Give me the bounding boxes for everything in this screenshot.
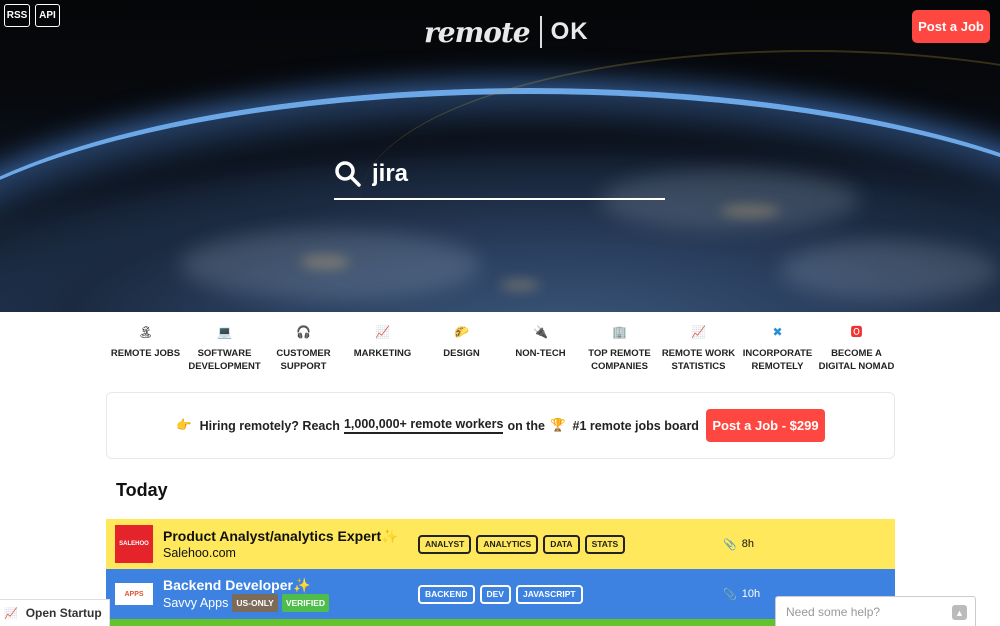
job-tags: BACKEND DEV JAVASCRIPT — [418, 584, 723, 604]
open-startup-label: Open Startup — [25, 606, 102, 620]
chart-icon: 📈 — [375, 325, 390, 339]
paperclip-icon: 📎 — [723, 538, 737, 551]
banner-text: Hiring remotely? Reach — [199, 418, 340, 433]
category-label: MARKETING — [353, 348, 412, 359]
search-input[interactable] — [372, 160, 652, 188]
category-design[interactable]: 🌮 DESIGN — [422, 324, 501, 373]
hiring-banner: 👉 Hiring remotely? Reach 1,000,000+ remo… — [106, 392, 895, 459]
company-logo-text: SALEHOO — [119, 541, 149, 547]
category-label: REMOTE JOBS — [110, 348, 181, 359]
logo-word: remote — [424, 15, 531, 49]
category-label: REMOTE WORK STATISTICS — [661, 348, 736, 372]
job-title[interactable]: Product Analyst/analytics Expert✨ — [163, 527, 418, 545]
us-only-badge: US-ONLY — [232, 594, 278, 612]
tag-stats[interactable]: STATS — [584, 534, 626, 554]
pointing-hand-icon: 👉 — [176, 418, 192, 432]
city-light — [500, 280, 540, 290]
logo[interactable]: remote OK — [424, 14, 589, 50]
island-icon: 🏝 — [137, 325, 154, 339]
category-software-development[interactable]: 💻 SOFTWARE DEVELOPMENT — [185, 324, 264, 373]
logo-divider — [539, 16, 542, 48]
category-incorporate-remotely[interactable]: ✖ INCORPORATE REMOTELY — [738, 324, 817, 373]
open-startup-button[interactable]: 📈 Open Startup — [0, 599, 110, 626]
post-job-price-button[interactable]: Post a Job - $299 — [705, 409, 825, 442]
company-logo: SALEHOO — [115, 525, 153, 563]
company-name[interactable]: Savvy Apps — [163, 595, 228, 611]
city-light — [720, 205, 780, 217]
job-age-text: 8h — [741, 538, 754, 550]
banner-text: #1 remote jobs board — [572, 418, 699, 433]
category-marketing[interactable]: 📈 MARKETING — [343, 324, 422, 373]
company-logo-text: APPS — [124, 590, 144, 598]
category-label: INCORPORATE REMOTELY — [742, 348, 813, 372]
tag-backend[interactable]: BACKEND — [418, 584, 475, 604]
category-nav: 🏝 REMOTE JOBS 💻 SOFTWARE DEVELOPMENT 🎧 C… — [106, 324, 896, 373]
building-icon: 🏢 — [612, 325, 627, 339]
post-job-button[interactable]: Post a Job — [912, 10, 990, 43]
category-digital-nomad[interactable]: 🅾 BECOME A DIGITAL NOMAD — [817, 324, 896, 373]
trophy-icon: 🏆 — [549, 418, 566, 432]
category-customer-support[interactable]: 🎧 CUSTOMER SUPPORT — [264, 324, 343, 373]
job-title[interactable]: Backend Developer✨ — [163, 576, 418, 594]
category-non-tech[interactable]: 🔌 NON-TECH — [501, 324, 580, 373]
sparkle-icon: ✨ — [292, 577, 311, 593]
plug-icon: 🔌 — [533, 325, 548, 339]
chevron-up-icon[interactable]: ▲ — [952, 605, 967, 620]
rss-button[interactable]: RSS — [4, 4, 30, 27]
cloud — [780, 240, 1000, 300]
job-age-text: 10h — [741, 588, 761, 600]
sparkle-icon: ✨ — [381, 528, 399, 544]
category-label: SOFTWARE DEVELOPMENT — [188, 348, 261, 372]
tag-analytics[interactable]: ANALYTICS — [476, 534, 539, 554]
category-label: DESIGN — [443, 348, 480, 359]
category-top-remote-companies[interactable]: 🏢 TOP REMOTE COMPANIES — [580, 324, 659, 373]
taco-icon: 🌮 — [454, 325, 469, 339]
nomad-icon: 🅾 — [850, 325, 863, 339]
headphones-icon: 🎧 — [296, 325, 311, 339]
help-placeholder: Need some help? — [786, 604, 881, 619]
category-label: NON-TECH — [515, 348, 566, 359]
hero-banner: RSS API remote OK Post a Job — [0, 0, 1000, 312]
job-row[interactable]: SALEHOO Product Analyst/analytics Expert… — [106, 519, 895, 569]
company-name[interactable]: Salehoo.com — [163, 545, 236, 561]
job-title-text: Product Analyst/analytics Expert — [163, 528, 382, 544]
category-label: CUSTOMER SUPPORT — [276, 348, 331, 372]
chart-icon: 📈 — [691, 325, 706, 339]
category-remote-jobs[interactable]: 🏝 REMOTE JOBS — [106, 324, 185, 373]
job-title-text: Backend Developer — [163, 577, 293, 593]
banner-text: on the — [507, 418, 545, 433]
category-remote-work-statistics[interactable]: 📈 REMOTE WORK STATISTICS — [659, 324, 738, 373]
verified-badge: VERIFIED — [281, 594, 330, 612]
tag-javascript[interactable]: JAVASCRIPT — [515, 584, 583, 604]
category-label: BECOME A DIGITAL NOMAD — [818, 348, 895, 372]
incorporate-icon: ✖ — [772, 325, 783, 339]
banner-highlight: 1,000,000+ remote workers — [343, 417, 504, 434]
help-widget[interactable]: Need some help? ▲ — [775, 596, 976, 626]
tag-data[interactable]: DATA — [543, 534, 580, 554]
paperclip-icon: 📎 — [723, 588, 737, 601]
chart-icon: 📈 — [4, 607, 18, 620]
search-icon — [335, 161, 361, 187]
tag-analyst[interactable]: ANALYST — [418, 534, 472, 554]
laptop-icon: 💻 — [217, 325, 232, 339]
logo-ok: OK — [550, 18, 589, 45]
job-tags: ANALYST ANALYTICS DATA STATS — [418, 534, 723, 554]
section-title: Today — [116, 480, 168, 500]
category-label: TOP REMOTE COMPANIES — [588, 348, 651, 372]
api-button[interactable]: API — [35, 4, 60, 27]
company-logo: APPS — [115, 583, 153, 605]
search-bar[interactable] — [334, 150, 665, 200]
job-age: 📎 8h — [723, 538, 754, 551]
city-light — [300, 255, 350, 269]
job-age: 📎 10h — [723, 588, 760, 601]
tag-dev[interactable]: DEV — [479, 584, 511, 604]
